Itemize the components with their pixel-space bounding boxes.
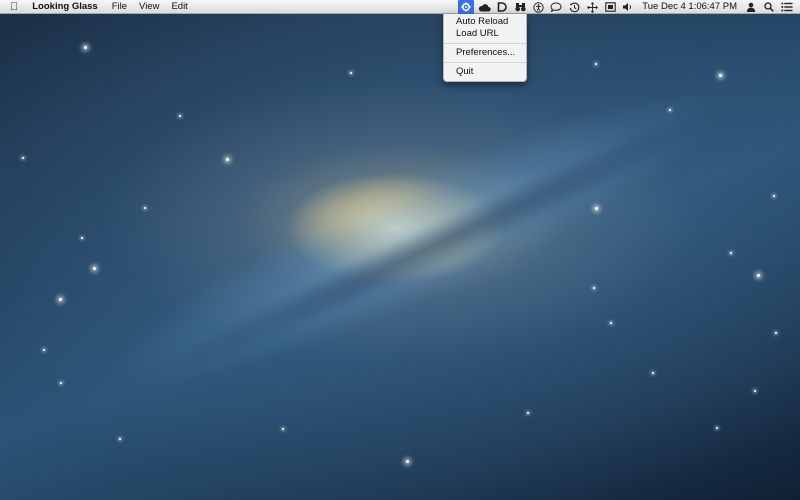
accessibility-icon [533,1,544,13]
star [22,157,24,159]
display-icon [605,2,616,12]
menu-bar-clock[interactable]: Tue Dec 4 1:06:47 PM [637,0,742,14]
menu-item-preferences[interactable]: Preferences... [444,47,526,59]
menu-item-load-url[interactable]: Load URL [444,28,526,40]
star [282,428,284,430]
chat-bubble-icon [550,2,562,12]
star [84,46,87,49]
galaxy-dust-lane [117,59,763,411]
star [144,207,146,209]
star [610,322,612,324]
user-icon [746,2,756,12]
star [595,63,597,65]
menu-item-quit[interactable]: Quit [444,66,526,78]
user-status-item[interactable] [743,0,759,14]
star [757,274,760,277]
star [226,158,229,161]
star [60,382,62,384]
menu-edit[interactable]: Edit [165,0,193,14]
search-icon [764,2,774,12]
star [179,115,181,117]
star [775,332,777,334]
star [43,349,45,351]
star [595,207,598,210]
display-status-item[interactable] [602,0,618,14]
menu-view[interactable]: View [133,0,165,14]
star [593,287,595,289]
apple-icon:  [10,1,18,13]
time-machine-status-item[interactable] [566,0,582,14]
d-letter-icon [497,2,508,12]
gear-icon [461,2,471,12]
binoculars-icon [515,3,526,12]
star [773,195,775,197]
cloud-status-item[interactable] [476,0,492,14]
star [652,372,654,374]
star [730,252,732,254]
apple-menu[interactable]:  [0,0,24,14]
speaker-icon [623,3,632,11]
binoculars-status-item[interactable] [512,0,528,14]
star [350,72,352,74]
volume-status-item[interactable] [620,0,636,14]
star [59,298,62,301]
star [669,109,671,111]
messages-status-item[interactable] [548,0,564,14]
d-app-status-item[interactable] [494,0,510,14]
menu-item-auto-reload[interactable]: Auto Reload [444,16,526,28]
star [754,390,756,392]
spotlight-status-item[interactable] [761,0,777,14]
time-machine-icon [569,2,580,12]
looking-glass-status-item[interactable] [458,0,475,14]
star [716,427,718,429]
desktop-wallpaper:  Looking Glass File View Edit [0,0,800,500]
network-arrows-icon [587,1,598,13]
menu-bar:  Looking Glass File View Edit [0,0,800,14]
star [719,74,722,77]
menu-file[interactable]: File [106,0,133,14]
status-area: Tue Dec 4 1:06:47 PM [457,0,796,14]
cloud-icon [478,3,491,11]
network-status-item[interactable] [584,0,600,14]
star [119,438,121,440]
star [406,460,409,463]
star [81,237,83,239]
list-icon [781,2,793,12]
star [527,412,529,414]
menu-separator [444,43,526,44]
notification-center-status-item[interactable] [779,0,795,14]
app-menu-looking-glass[interactable]: Looking Glass [24,0,105,14]
looking-glass-dropdown-menu: Auto Reload Load URL Preferences... Quit [443,14,527,82]
menu-separator [444,62,526,63]
star [93,267,96,270]
accessibility-status-item[interactable] [530,0,546,14]
